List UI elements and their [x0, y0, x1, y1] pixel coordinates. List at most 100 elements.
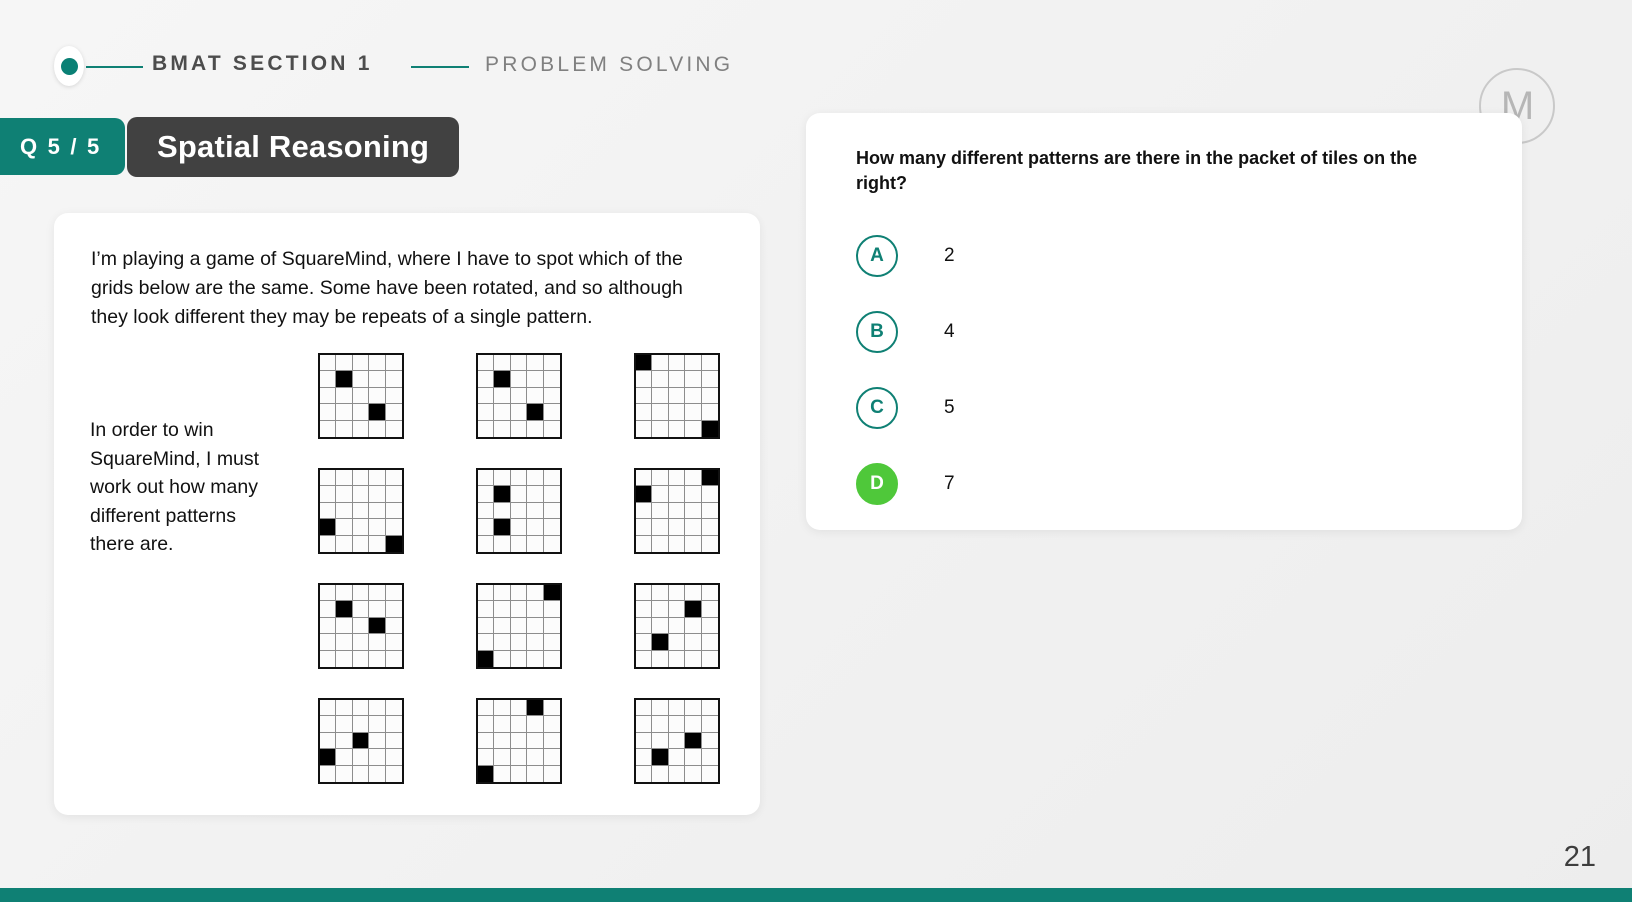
pattern-cell	[478, 420, 495, 437]
pattern-tile	[318, 698, 404, 784]
pattern-cell	[336, 470, 353, 487]
pattern-cell	[636, 486, 653, 503]
pattern-cell	[336, 486, 353, 503]
pattern-cell	[336, 617, 353, 635]
pattern-cell	[527, 617, 544, 635]
pattern-cell	[352, 502, 370, 520]
pattern-cell	[527, 601, 544, 618]
pattern-cell	[369, 634, 386, 651]
pattern-cell	[527, 749, 544, 766]
pattern-cell	[510, 519, 528, 536]
pattern-cell	[543, 601, 560, 618]
pattern-cell	[636, 716, 653, 733]
pattern-cell	[478, 765, 495, 782]
pattern-cell	[494, 535, 511, 552]
pattern-cell	[636, 371, 653, 388]
pattern-cell	[685, 700, 702, 717]
pattern-cell	[527, 535, 544, 552]
pattern-cell	[320, 601, 337, 618]
pattern-cell	[510, 486, 528, 503]
pattern-cell	[636, 700, 653, 717]
pattern-cell	[636, 420, 653, 437]
pattern-cell	[702, 536, 718, 552]
pattern-cell	[543, 470, 560, 487]
pattern-cell	[701, 716, 718, 733]
pattern-cell	[369, 502, 386, 520]
pattern-cell	[544, 651, 560, 667]
pattern-cell	[702, 766, 718, 782]
pattern-cell	[369, 371, 386, 388]
pattern-cell	[353, 420, 370, 437]
option-letter-a[interactable]: A	[856, 235, 898, 277]
pattern-cell	[527, 519, 544, 536]
pattern-cell	[336, 700, 353, 717]
pattern-cell	[369, 650, 386, 667]
stimulus-paragraph-1: I’m playing a game of SquareMind, where …	[91, 248, 683, 328]
pattern-cell	[701, 634, 718, 651]
pattern-cell	[320, 732, 337, 750]
pattern-cell	[701, 371, 718, 388]
pattern-cell	[543, 749, 560, 766]
pattern-cell	[527, 765, 544, 782]
pattern-cell	[386, 651, 402, 667]
pattern-cell	[352, 732, 370, 750]
pattern-cell	[386, 421, 402, 437]
pattern-tile	[318, 353, 404, 439]
pattern-cell	[494, 650, 511, 667]
pattern-cell	[494, 502, 511, 520]
pattern-cell	[494, 387, 511, 405]
pattern-cell	[510, 502, 528, 520]
pattern-cell	[510, 732, 528, 750]
answer-option-d[interactable]: D7	[856, 446, 1476, 522]
pattern-cell	[385, 618, 402, 635]
pattern-cell	[636, 634, 653, 651]
pattern-cell	[652, 749, 669, 766]
option-text-a: 2	[944, 245, 955, 266]
answer-card: How many different patterns are there in…	[806, 113, 1522, 530]
pattern-cell	[352, 387, 370, 405]
progress-dot-icon	[60, 57, 78, 75]
pattern-cell	[478, 700, 495, 717]
pattern-cell	[352, 716, 370, 733]
option-letter-b[interactable]: B	[856, 311, 898, 353]
pattern-cell	[369, 617, 386, 635]
pattern-cell	[369, 486, 386, 503]
pattern-cell	[669, 535, 686, 552]
pattern-cell	[685, 765, 702, 782]
pattern-tile	[318, 583, 404, 669]
pattern-cell	[668, 601, 686, 618]
pattern-cell	[494, 617, 511, 635]
pattern-cell	[685, 601, 702, 618]
pattern-cell	[320, 634, 337, 651]
pattern-cell	[544, 536, 560, 552]
answer-option-c[interactable]: C5	[856, 370, 1476, 446]
stimulus-card: I’m playing a game of SquareMind, where …	[54, 213, 760, 815]
pattern-cell	[494, 519, 511, 536]
pattern-cell	[668, 749, 686, 766]
answer-option-b[interactable]: B4	[856, 294, 1476, 370]
option-letter-c[interactable]: C	[856, 387, 898, 429]
topic-badge: Spatial Reasoning	[127, 117, 460, 177]
pattern-cell	[369, 700, 386, 717]
pattern-cell	[652, 470, 669, 487]
pattern-cell	[320, 716, 337, 733]
pattern-cell	[652, 371, 669, 388]
pattern-cell	[478, 470, 495, 487]
pattern-cell	[478, 617, 495, 635]
pattern-cell	[369, 519, 386, 536]
option-letter-d[interactable]: D	[856, 463, 898, 505]
pattern-cell	[527, 470, 544, 487]
pattern-cell	[369, 601, 386, 618]
pattern-cell	[511, 650, 528, 667]
pattern-cell	[701, 618, 718, 635]
pattern-cell	[478, 634, 495, 651]
pattern-cell	[543, 371, 560, 388]
pattern-cell	[336, 355, 353, 372]
pattern-cell	[320, 371, 337, 388]
pattern-cell	[510, 617, 528, 635]
option-text-c: 5	[944, 397, 955, 418]
pattern-cell	[652, 387, 669, 405]
pattern-cell	[386, 766, 402, 782]
pattern-cell	[668, 387, 686, 405]
answer-option-a[interactable]: A2	[856, 218, 1476, 294]
